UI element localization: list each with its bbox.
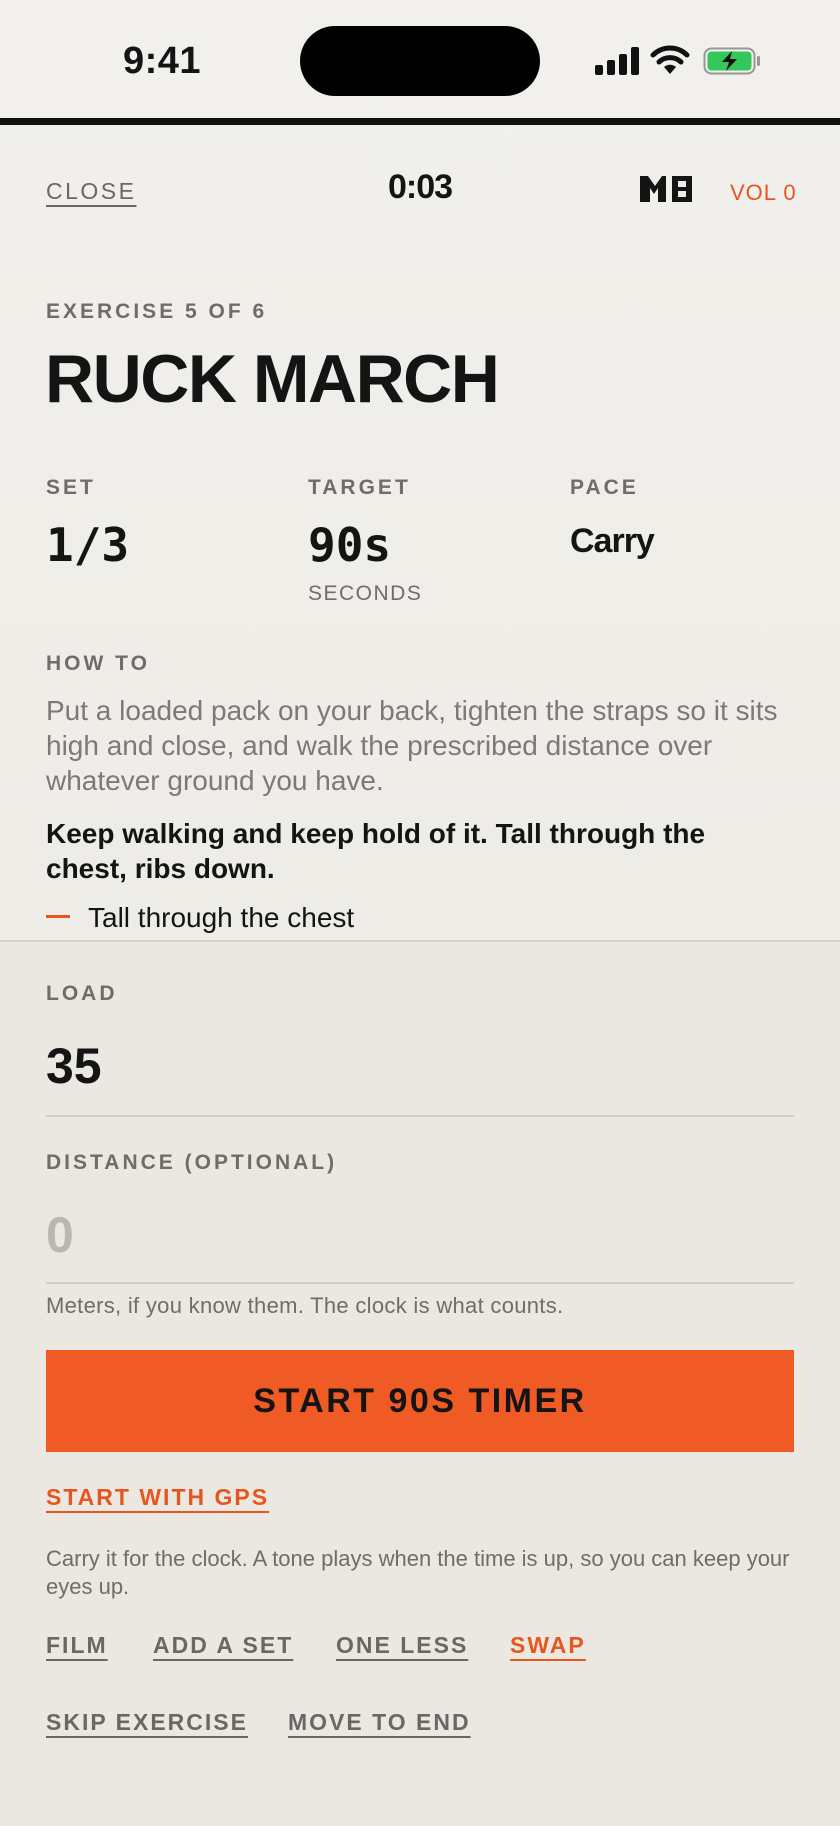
one-less-button[interactable]: ONE LESS bbox=[336, 1632, 468, 1659]
distance-underline bbox=[46, 1282, 794, 1284]
dynamic-island bbox=[300, 26, 540, 96]
add-set-button[interactable]: ADD A SET bbox=[153, 1632, 293, 1659]
stat-value: 90s bbox=[308, 518, 392, 572]
elapsed-clock: 0:03 bbox=[387, 168, 453, 206]
workout-screen: 9:41 CLOSE 0:03 VOL 0 EXERCISE 5 OF 6 RU… bbox=[0, 0, 840, 1826]
volume-button[interactable]: VOL 0 bbox=[730, 180, 797, 206]
how-to-label: HOW TO bbox=[46, 652, 150, 675]
dash-icon bbox=[46, 915, 70, 919]
wifi-icon bbox=[650, 45, 690, 74]
coaching-cue: Tall through the chest bbox=[46, 902, 354, 934]
load-input[interactable]: 35 bbox=[46, 1037, 102, 1095]
stat-target: TARGET 90s SECONDS bbox=[308, 476, 422, 606]
stat-value: 1/3 bbox=[46, 518, 130, 572]
how-to-description: Put a loaded pack on your back, tighten … bbox=[46, 695, 778, 796]
brand-logo-icon bbox=[640, 176, 692, 202]
how-to-emphasis: Keep walking and keep hold of it. Tall t… bbox=[46, 818, 706, 884]
top-rule bbox=[0, 118, 840, 125]
start-with-gps-link[interactable]: START WITH GPS bbox=[46, 1484, 269, 1511]
cue-text: Tall through the chest bbox=[88, 902, 355, 933]
distance-hint: Meters, if you know them. The clock is w… bbox=[46, 1293, 564, 1318]
stat-label: PACE bbox=[570, 476, 639, 499]
load-label: LOAD bbox=[46, 982, 118, 1005]
timer-note: Carry it for the clock. A tone plays whe… bbox=[46, 1546, 790, 1599]
section-divider bbox=[0, 940, 840, 942]
stat-value: Carry bbox=[570, 522, 655, 560]
distance-input[interactable]: 0 bbox=[46, 1206, 74, 1264]
status-time: 9:41 bbox=[123, 40, 202, 82]
stat-label: SET bbox=[46, 476, 96, 499]
stat-set: SET 1/3 bbox=[46, 476, 129, 572]
cellular-signal-icon bbox=[595, 47, 639, 75]
stat-unit: SECONDS bbox=[308, 582, 423, 605]
film-button[interactable]: FILM bbox=[46, 1632, 108, 1659]
stat-pace: PACE Carry bbox=[570, 476, 655, 561]
start-timer-button[interactable]: START 90S TIMER bbox=[46, 1350, 794, 1452]
stat-label: TARGET bbox=[308, 476, 411, 499]
exercise-title: RUCK MARCH bbox=[45, 341, 500, 417]
status-bar: 9:41 bbox=[0, 0, 840, 118]
load-underline bbox=[46, 1115, 794, 1117]
skip-exercise-button[interactable]: SKIP EXERCISE bbox=[46, 1709, 248, 1736]
distance-label: DISTANCE (OPTIONAL) bbox=[46, 1151, 338, 1174]
battery-charging-icon bbox=[703, 47, 760, 75]
move-to-end-button[interactable]: MOVE TO END bbox=[288, 1709, 471, 1736]
exercise-counter: EXERCISE 5 OF 6 bbox=[46, 300, 268, 323]
swap-button[interactable]: SWAP bbox=[510, 1632, 586, 1659]
